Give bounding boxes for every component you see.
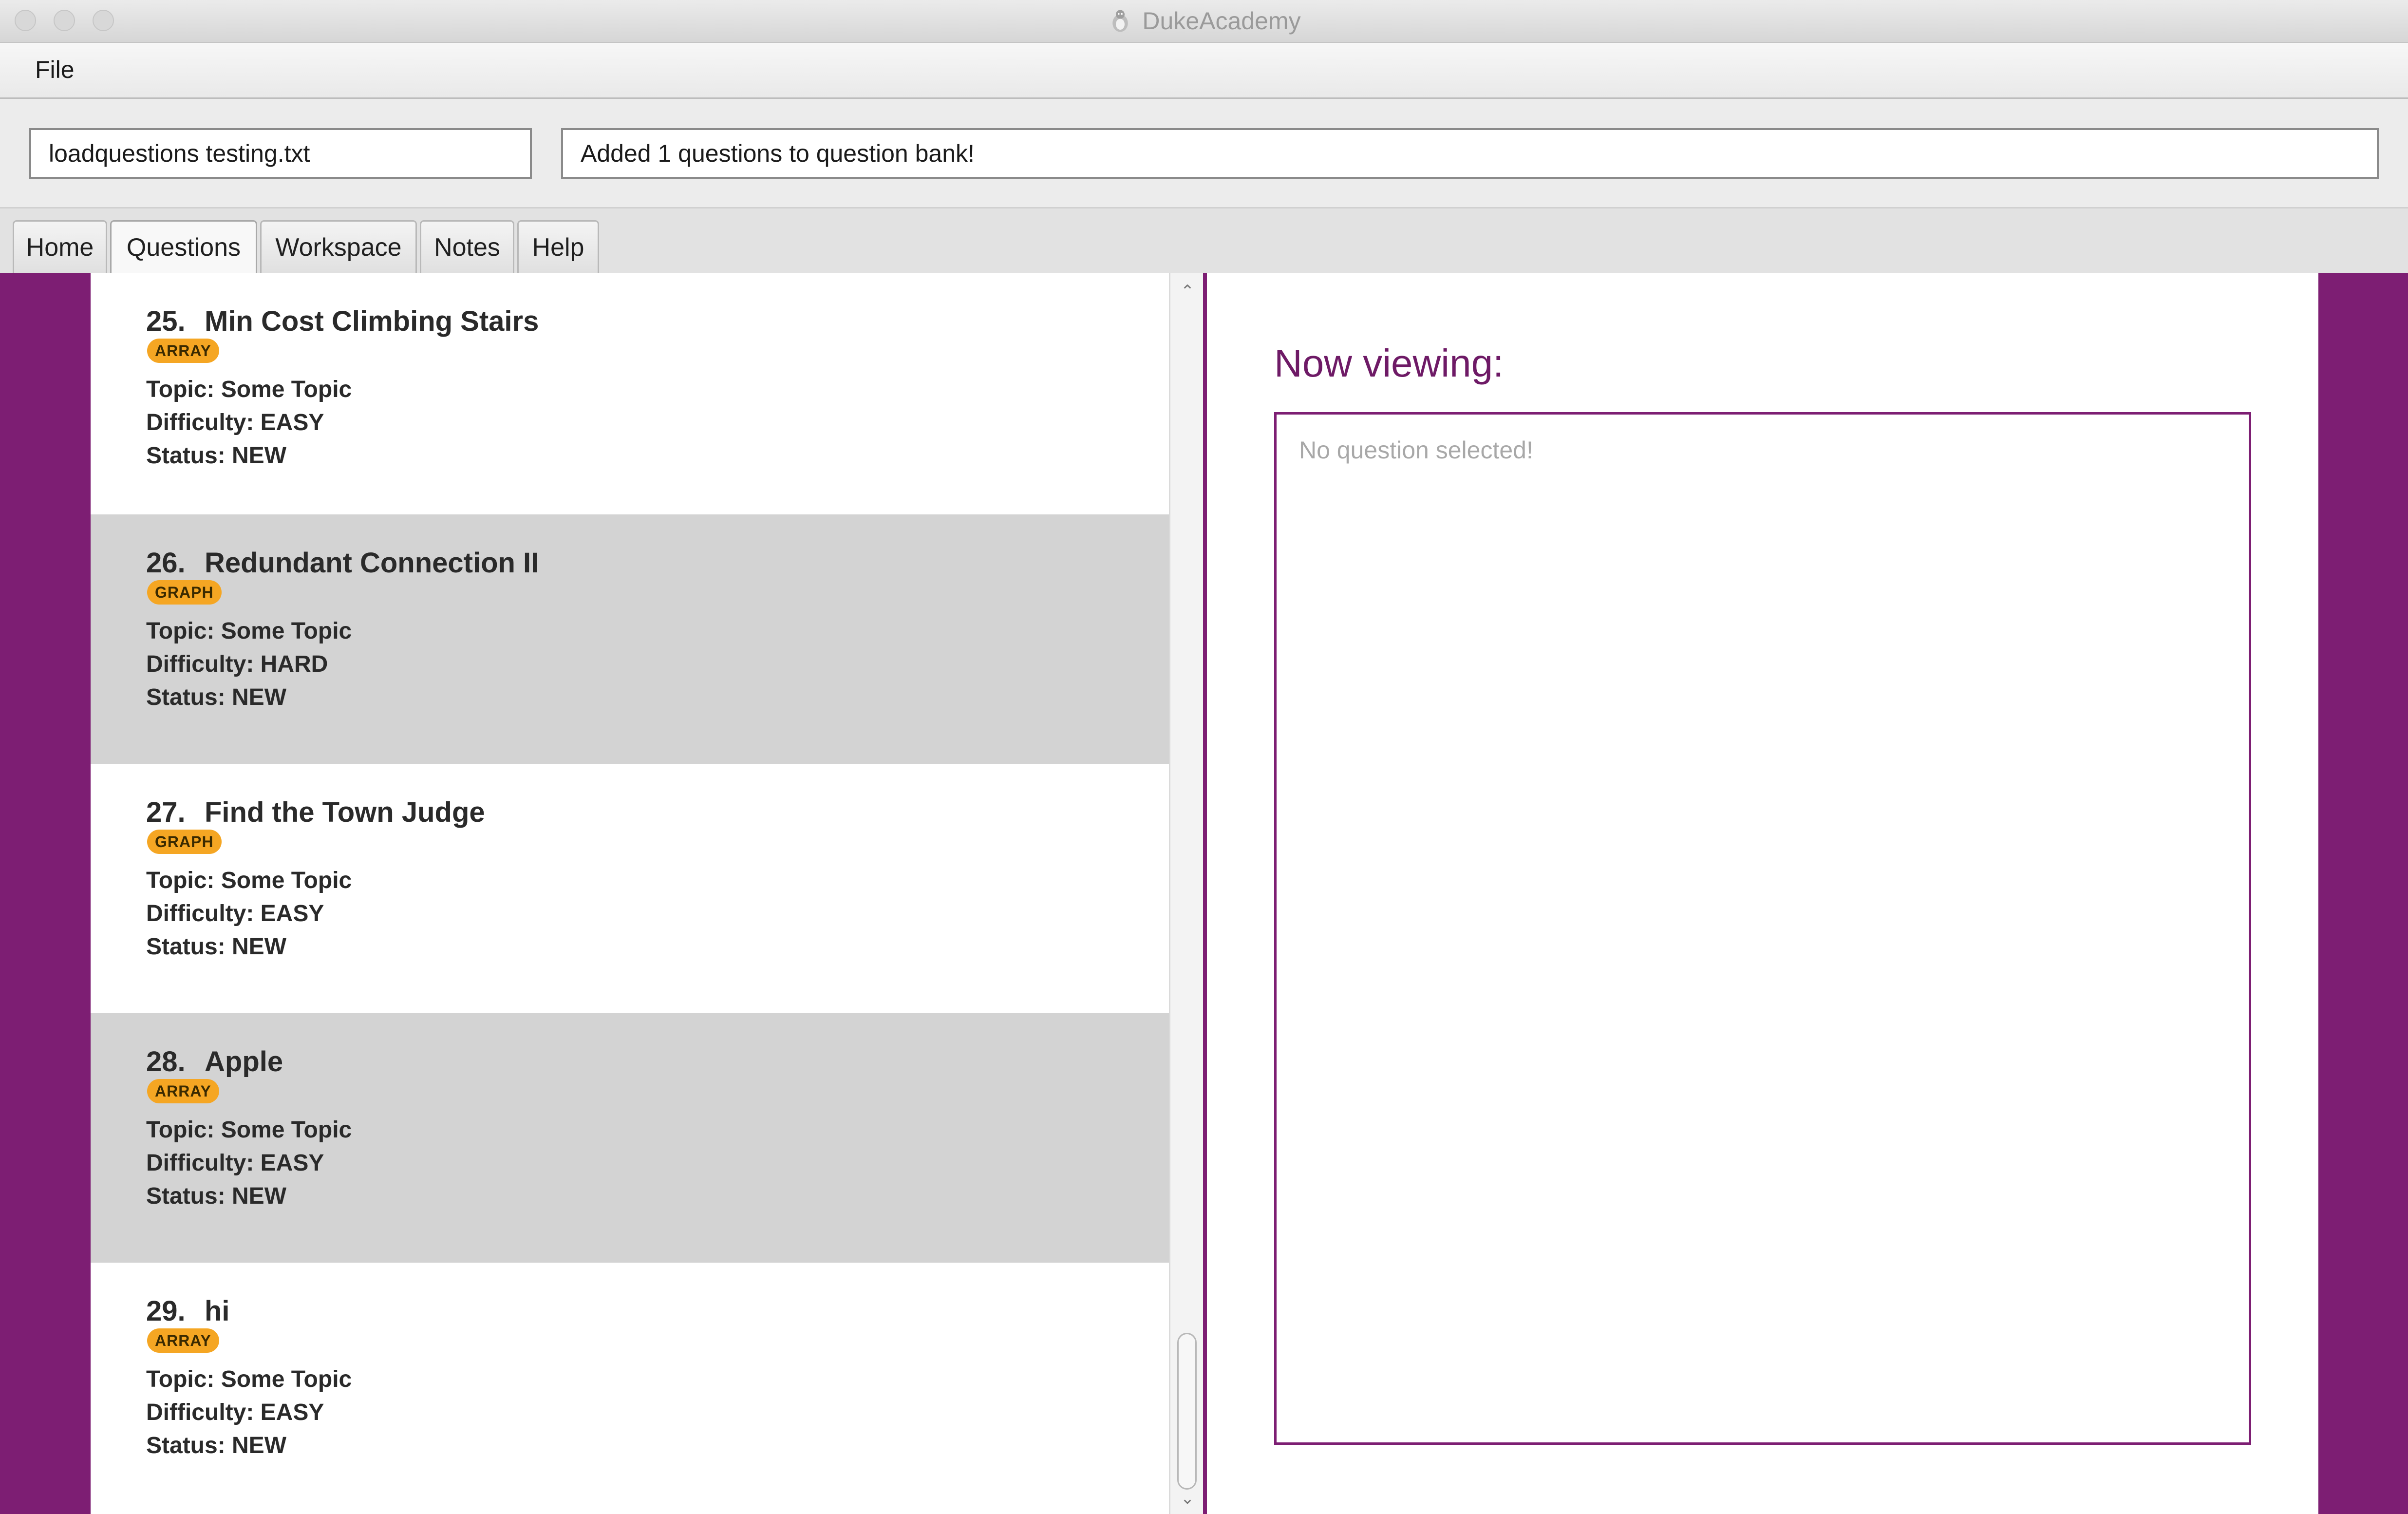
question-status: Status: NEW [146,1183,286,1209]
question-title: 29. hi [146,1295,230,1327]
question-card[interactable]: 25. Min Cost Climbing Stairs ARRAY Topic:… [91,273,1169,522]
question-topic: Topic: Some Topic [146,868,352,893]
question-list-scrollbar[interactable]: ⌃ ⌄ [1169,273,1203,1514]
command-input-text: loadquestions testing.txt [49,140,310,167]
question-card[interactable]: 26. Redundant Connection II GRAPH Topic: … [91,514,1169,764]
command-strip: loadquestions testing.txt Added 1 questi… [0,99,2408,207]
main-area: 25. Min Cost Climbing Stairs ARRAY Topic:… [0,273,2408,1514]
menu-file[interactable]: File [35,56,75,84]
question-number: 28. [146,1046,186,1078]
tab-questions[interactable]: Questions [110,220,257,273]
question-card[interactable]: 28. Apple ARRAY Topic: Some Topic Difficu… [91,1013,1169,1263]
result-display: Added 1 questions to question bank! [561,128,2379,179]
detail-placeholder: No question selected! [1299,436,1533,464]
question-difficulty: Difficulty: EASY [146,1400,324,1425]
question-topic: Topic: Some Topic [146,618,352,644]
question-card[interactable]: 27. Find the Town Judge GRAPH Topic: Some… [91,764,1169,1013]
question-name: Find the Town Judge [205,796,485,828]
detail-heading: Now viewing: [1274,341,1504,385]
result-text: Added 1 questions to question bank! [581,140,975,167]
question-tag: ARRAY [147,1079,219,1103]
tab-help[interactable]: Help [517,220,599,273]
panel-divider[interactable] [1203,273,1207,1514]
detail-viewer[interactable]: No question selected! [1274,412,2251,1445]
question-name: Redundant Connection II [205,547,539,579]
question-list[interactable]: 25. Min Cost Climbing Stairs ARRAY Topic:… [91,273,1169,1514]
question-status: Status: NEW [146,443,286,469]
question-topic: Topic: Some Topic [146,1366,352,1392]
question-title: 26. Redundant Connection II [146,547,539,579]
question-tag: ARRAY [147,339,219,363]
question-number: 26. [146,547,186,579]
question-tag: ARRAY [147,1328,219,1353]
question-status: Status: NEW [146,934,286,960]
command-input[interactable]: loadquestions testing.txt [29,128,532,179]
question-status: Status: NEW [146,684,286,710]
duke-penguin-icon [1112,10,1129,32]
question-number: 27. [146,796,186,828]
question-name: Min Cost Climbing Stairs [205,305,539,337]
tab-notes[interactable]: Notes [420,220,514,273]
question-tag: GRAPH [147,580,222,605]
question-status: Status: NEW [146,1433,286,1458]
question-title: 27. Find the Town Judge [146,796,485,829]
question-tag: GRAPH [147,830,222,854]
question-title: 25. Min Cost Climbing Stairs [146,305,539,338]
tab-home[interactable]: Home [13,220,107,273]
tab-bar: Home Questions Workspace Notes Help [0,207,2408,274]
title-bar: DukeAcademy [0,0,2408,43]
menu-bar: File [0,43,2408,99]
question-difficulty: Difficulty: EASY [146,901,324,927]
chevron-down-icon[interactable]: ⌄ [1170,1484,1204,1513]
question-topic: Topic: Some Topic [146,1117,352,1143]
question-card[interactable]: 29. hi ARRAY Topic: Some Topic Difficulty… [91,1263,1169,1512]
question-number: 25. [146,305,186,337]
question-difficulty: Difficulty: HARD [146,651,328,677]
question-name: Apple [205,1046,283,1078]
question-topic: Topic: Some Topic [146,377,352,402]
tab-workspace[interactable]: Workspace [260,220,417,273]
question-difficulty: Difficulty: EASY [146,410,324,435]
question-difficulty: Difficulty: EASY [146,1150,324,1176]
window-title: DukeAcademy [1142,7,1301,35]
question-name: hi [205,1295,230,1327]
question-number: 29. [146,1295,186,1327]
detail-panel: Now viewing: No question selected! [1207,273,2318,1514]
question-title: 28. Apple [146,1045,283,1078]
scrollbar-thumb[interactable] [1177,1333,1197,1490]
chevron-up-icon[interactable]: ⌃ [1170,277,1204,306]
